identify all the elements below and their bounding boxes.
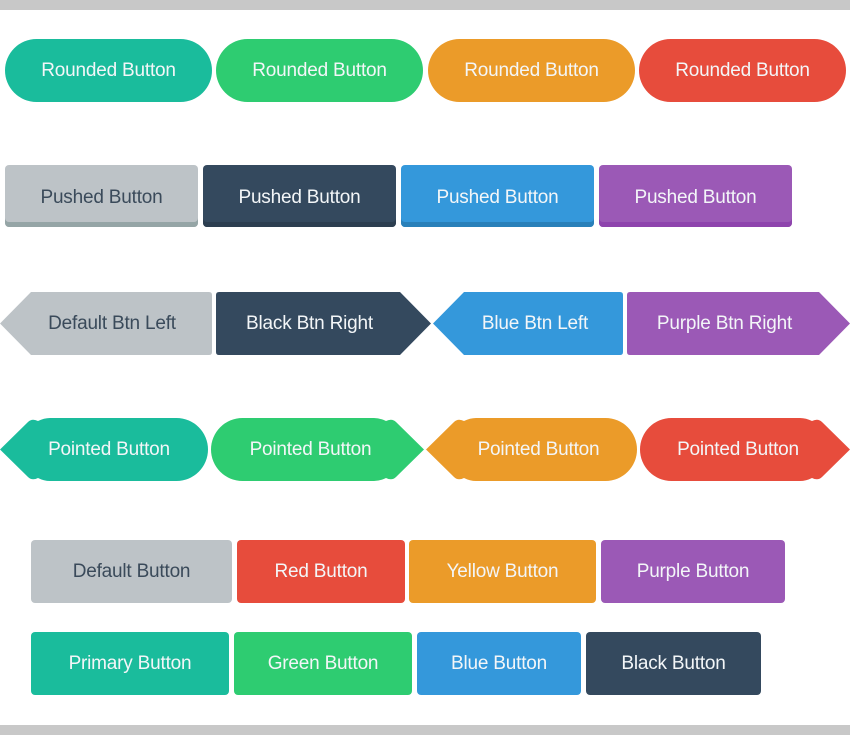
button-label: Purple Button [636, 560, 750, 582]
rounded-button-red[interactable]: Rounded Button [639, 39, 846, 102]
button-label: Primary Button [68, 652, 192, 674]
arrow-right-button-purple[interactable]: Purple Btn Right [627, 292, 850, 355]
pushed-button-gray[interactable]: Pushed Button [5, 165, 198, 227]
button-label: Default Btn Left [48, 312, 176, 334]
button-label: Pushed Button [634, 187, 757, 208]
primary-button[interactable]: Primary Button [31, 632, 229, 695]
arrow-left-button-blue[interactable]: Blue Btn Left [433, 292, 623, 355]
blue-button[interactable]: Blue Button [417, 632, 581, 695]
green-button[interactable]: Green Button [234, 632, 412, 695]
button-label: Pushed Button [436, 187, 559, 208]
button-label: Pointed Button [48, 438, 170, 460]
rounded-button-green[interactable]: Rounded Button [216, 39, 423, 102]
rounded-button-orange[interactable]: Rounded Button [428, 39, 635, 102]
pointed-left-button-orange[interactable]: Pointed Button [426, 418, 637, 481]
button-label: Pointed Button [677, 438, 799, 460]
button-label: Blue Btn Left [481, 312, 589, 334]
pointed-left-button-turquoise[interactable]: Pointed Button [0, 418, 208, 481]
button-label: Rounded Button [464, 59, 599, 81]
rounded-button-turquoise[interactable]: Rounded Button [5, 39, 212, 102]
pushed-button-blue[interactable]: Pushed Button [401, 165, 594, 227]
button-label: Blue Button [450, 652, 548, 674]
arrow-left-button-gray[interactable]: Default Btn Left [0, 292, 212, 355]
button-label: Pushed Button [40, 187, 163, 208]
button-label: Rounded Button [252, 59, 387, 81]
arrow-right-button-navy[interactable]: Black Btn Right [216, 292, 431, 355]
default-button[interactable]: Default Button [31, 540, 232, 603]
button-label: Pointed Button [249, 438, 372, 460]
top-frame-bar [0, 0, 850, 10]
button-label: Pushed Button [238, 187, 361, 208]
button-label: Rounded Button [41, 59, 176, 81]
pointed-right-button-red[interactable]: Pointed Button [640, 418, 850, 481]
pushed-button-navy[interactable]: Pushed Button [203, 165, 396, 227]
button-label: Yellow Button [446, 560, 559, 582]
button-label: Red Button [274, 560, 368, 582]
button-label: Rounded Button [675, 59, 810, 81]
button-label: Green Button [267, 652, 379, 674]
pushed-button-purple[interactable]: Pushed Button [599, 165, 792, 227]
button-label: Pointed Button [477, 438, 600, 460]
red-button[interactable]: Red Button [237, 540, 405, 603]
bottom-frame-bar [0, 725, 850, 735]
button-label: Default Button [72, 560, 191, 582]
button-label: Purple Btn Right [656, 312, 793, 334]
purple-button[interactable]: Purple Button [601, 540, 785, 603]
button-label: Black Btn Right [246, 312, 373, 334]
pointed-right-button-green[interactable]: Pointed Button [211, 418, 424, 481]
yellow-button[interactable]: Yellow Button [409, 540, 596, 603]
button-label: Black Button [621, 652, 726, 674]
black-button[interactable]: Black Button [586, 632, 761, 695]
